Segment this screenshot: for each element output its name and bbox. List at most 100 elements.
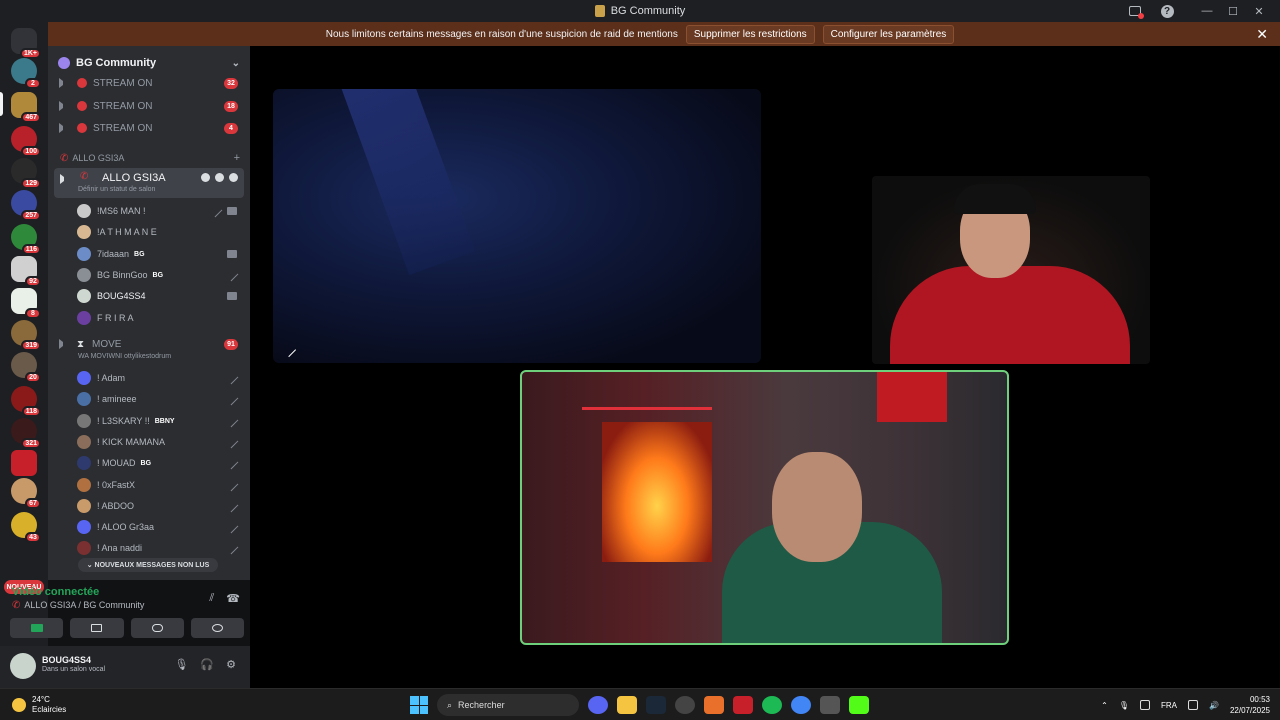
server-icon[interactable]: 67 (11, 478, 41, 509)
server-icon[interactable]: 116 (11, 224, 41, 255)
monitor-icon[interactable] (1187, 700, 1198, 710)
gear-icon[interactable]: ⚙ (226, 658, 236, 671)
username[interactable]: BOUG4SS4 (42, 655, 91, 665)
add-channel-icon[interactable]: + (234, 152, 240, 164)
muted-icon (225, 456, 239, 470)
voice-user[interactable]: ! Ana naddi (77, 539, 243, 557)
server-icon[interactable]: 92 (11, 256, 41, 287)
chevron-up-icon[interactable]: ⌃ (1101, 701, 1108, 710)
new-unread-messages-button[interactable]: ⌄ NOUVEAUX MESSAGES NON LUS (78, 558, 218, 572)
channel-status-prompt[interactable]: Définir un statut de salon (78, 186, 155, 193)
avatar (77, 520, 91, 534)
screen-share-button[interactable] (70, 618, 124, 638)
voice-user[interactable]: ! Adam (77, 369, 243, 387)
spotify-icon[interactable] (762, 696, 782, 714)
voice-user[interactable]: ! ALOO Gr3aa (77, 518, 243, 536)
clock[interactable]: 00:53 22/07/2025 (1230, 694, 1270, 716)
voice-user[interactable]: BG BinnGoo BG (77, 266, 243, 284)
maximize-button[interactable]: ☐ (1220, 0, 1246, 22)
video-tile-speaking[interactable] (520, 370, 1009, 645)
microphone-icon[interactable]: 🎙 (1119, 701, 1129, 710)
minimize-button[interactable]: — (1194, 0, 1220, 22)
voice-user[interactable]: ! KICK MAMANA (77, 433, 243, 451)
server-icon[interactable]: 43 (11, 512, 41, 543)
voice-user[interactable]: ! amineee (77, 390, 243, 408)
voice-user[interactable]: !MS6 MAN ! (77, 202, 243, 220)
app-icon[interactable] (704, 696, 724, 714)
add-member-icon[interactable] (215, 173, 224, 182)
language-indicator[interactable]: FRA (1161, 701, 1177, 710)
voice-user[interactable]: !A T H M A N E (77, 223, 243, 241)
keyboard-icon[interactable] (1139, 700, 1150, 710)
close-window-button[interactable]: ✕ (1246, 0, 1272, 22)
file-explorer-icon[interactable] (617, 696, 637, 714)
video-tile[interactable] (872, 176, 1150, 364)
microphone-icon[interactable]: 🎙 (174, 658, 188, 671)
voice-user[interactable]: ! 0xFastX (77, 476, 243, 494)
volume-icon[interactable]: 🔊 (1209, 701, 1219, 710)
avatar (77, 204, 91, 218)
voice-user[interactable]: ! L3SKARY !! BBNY (77, 412, 243, 430)
noise-suppression-icon[interactable]: ⫽ (209, 592, 214, 605)
taskbar-search[interactable]: ⌕ Rechercher (437, 694, 579, 716)
voice-user[interactable]: BOUG4SS4 (77, 287, 243, 305)
date: 22/07/2025 (1229, 706, 1270, 715)
server-icon[interactable]: 2 (11, 58, 41, 89)
voice-channel-move[interactable]: ⧗ MOVE 91 (56, 334, 244, 354)
app-icon[interactable] (820, 696, 840, 714)
camera-button[interactable] (10, 618, 64, 638)
discord-app-icon[interactable] (588, 696, 608, 714)
category-allo-gsi3a[interactable]: ✆ ALLO GSI3A + (60, 151, 240, 165)
server-icon[interactable]: 321 (11, 418, 41, 449)
muted-icon (225, 499, 239, 513)
avatar (77, 371, 91, 385)
help-button[interactable]: ? (1154, 0, 1180, 22)
voice-user[interactable]: F R I R A (77, 309, 243, 327)
inbox-button[interactable] (1122, 0, 1148, 22)
remove-restrictions-button[interactable]: Supprimer les restrictions (685, 24, 815, 44)
live-dot-icon (77, 123, 87, 133)
voice-channel-allo-gsi3a[interactable]: ✆ ALLO GSI3A Définir un statut de salon (54, 168, 244, 198)
gear-icon[interactable] (229, 173, 238, 182)
unread-badge: 129 (21, 178, 41, 189)
direct-messages-icon[interactable]: 1K+ (11, 28, 41, 59)
chrome-icon[interactable] (791, 696, 811, 714)
voice-user-name: BG BinnGoo (97, 270, 148, 280)
kick-icon[interactable] (849, 696, 869, 714)
app-icon[interactable] (675, 696, 695, 714)
voice-channel-stream-on[interactable]: STREAM ON 4 (56, 118, 244, 138)
soundboard-button[interactable] (190, 618, 244, 638)
voice-channel-stream-on[interactable]: STREAM ON 18 (56, 96, 244, 116)
voice-user[interactable]: ! MOUAD BG (77, 454, 243, 472)
chat-icon[interactable] (201, 173, 210, 182)
screen-share-icon (91, 624, 103, 632)
disconnect-icon[interactable]: ☎ (226, 592, 240, 605)
weather-widget[interactable]: 24°C Eclaircies (12, 695, 66, 715)
server-icon[interactable]: 100 (11, 126, 41, 157)
video-tile[interactable] (273, 89, 761, 363)
voice-user[interactable]: ! ABDOO (77, 497, 243, 515)
headphones-icon[interactable]: 🎧 (200, 658, 214, 671)
mention-badge: 4 (224, 122, 238, 134)
server-icon[interactable]: 20 (11, 352, 41, 383)
steam-icon[interactable] (646, 696, 666, 714)
server-icon[interactable]: 129 (11, 158, 41, 189)
muted-icon (281, 342, 297, 358)
app-icon[interactable] (733, 696, 753, 714)
voice-status[interactable]: Vidéo connectée (12, 586, 99, 598)
server-icon[interactable]: 8 (11, 288, 41, 319)
server-icon[interactable]: 257 (11, 190, 41, 221)
start-button[interactable] (410, 696, 428, 714)
voice-user[interactable]: 7idaaan BG (77, 245, 243, 263)
activities-button[interactable] (130, 618, 184, 638)
server-icon[interactable]: 118 (11, 386, 41, 417)
server-icon[interactable]: 319 (11, 320, 41, 351)
server-icon[interactable] (11, 450, 37, 476)
configure-settings-button[interactable]: Configurer les paramètres (822, 24, 955, 44)
voice-channel-stream-on[interactable]: STREAM ON 32 (56, 73, 244, 93)
server-icon-bg-community[interactable]: 467 (11, 92, 41, 123)
close-notice-icon[interactable]: ✕ (1256, 26, 1268, 43)
avatar[interactable] (10, 653, 36, 679)
voice-location[interactable]: ALLO GSI3A / BG Community (24, 600, 144, 610)
mention-badge: 91 (224, 338, 238, 350)
